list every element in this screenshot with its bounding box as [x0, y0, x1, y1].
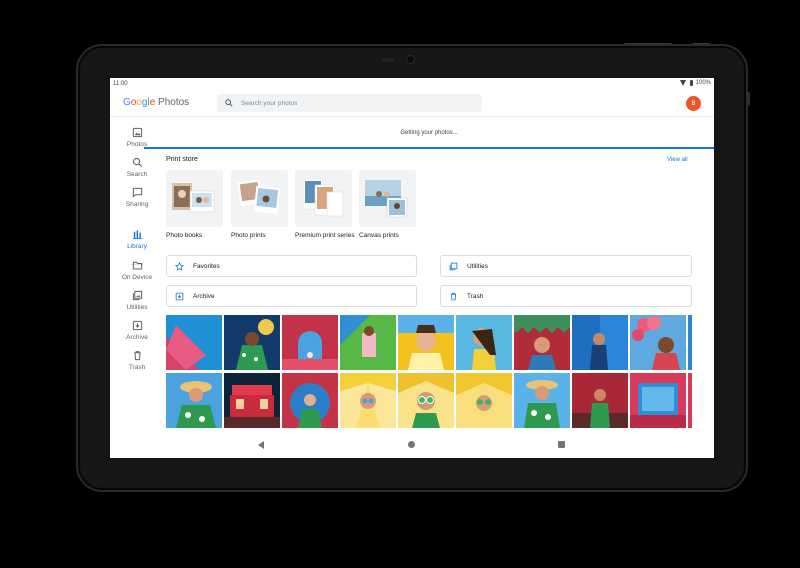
collection-label: Trash	[467, 292, 484, 300]
search-icon	[225, 99, 233, 107]
photo-thumbnail[interactable]	[282, 315, 338, 370]
photo-thumbnail[interactable]	[514, 315, 570, 370]
print-label: Photo prints	[231, 232, 266, 239]
print-card-premium-print-series[interactable]	[295, 170, 352, 227]
loading-progress-fill	[144, 147, 714, 149]
nav-label: Archive	[126, 334, 148, 341]
collection-trash[interactable]: Trash	[440, 285, 692, 307]
nav-item-trash[interactable]: Trash	[110, 350, 164, 371]
collection-favorites[interactable]: Favorites	[166, 255, 417, 277]
side-port	[747, 92, 750, 106]
photo-thumbnail[interactable]	[340, 315, 396, 370]
collection-label: Archive	[193, 292, 215, 300]
photo-thumbnail[interactable]	[224, 373, 280, 428]
photo-thumbnail[interactable]	[630, 373, 686, 428]
nav-label: Trash	[128, 364, 146, 371]
trash-icon	[450, 292, 457, 300]
collection-utilities[interactable]: Utilities	[440, 255, 692, 277]
print-card-photo-prints[interactable]	[231, 170, 288, 227]
front-camera	[406, 55, 415, 64]
utilities-icon	[449, 262, 458, 270]
photo-thumbnail[interactable]	[456, 315, 512, 370]
photo-thumbnail[interactable]	[166, 315, 222, 370]
chat-icon	[132, 187, 142, 198]
google-photos-logo: Google Photos	[123, 97, 190, 108]
nav-label: Sharing	[125, 201, 149, 208]
system-navigation-bar	[110, 433, 714, 458]
view-all-link[interactable]: View all	[667, 157, 688, 163]
photo-thumbnail[interactable]	[688, 315, 692, 370]
print-store-title: Print store	[166, 156, 198, 163]
trash-icon	[133, 351, 141, 361]
nav-label: On Device	[121, 274, 153, 281]
light-sensor	[382, 58, 394, 62]
collection-archive[interactable]: Archive	[166, 285, 417, 307]
account-avatar[interactable]: B	[686, 96, 701, 111]
search-input[interactable]	[241, 99, 461, 107]
star-icon	[175, 261, 184, 271]
app-bar-divider	[110, 116, 714, 117]
nav-item-photos[interactable]: Photos	[110, 127, 164, 148]
print-label: Photo books	[166, 232, 203, 239]
archive-icon	[175, 292, 184, 300]
photo-grid	[166, 315, 692, 428]
photo-icon	[132, 127, 142, 138]
battery-icon	[689, 80, 693, 86]
recents-icon[interactable]	[558, 441, 565, 448]
loading-progress-bar	[144, 147, 714, 149]
print-label: Premium print series	[295, 232, 355, 239]
nav-item-sharing[interactable]: Sharing	[110, 187, 164, 208]
nav-item-utilities[interactable]: Utilities	[110, 290, 164, 311]
photo-thumbnail[interactable]	[572, 315, 628, 370]
nav-item-search[interactable]: Search	[110, 157, 164, 178]
screen: 11:00 100% Google Photos B Getting your …	[110, 78, 714, 458]
photo-thumbnail[interactable]	[398, 373, 454, 428]
search-bar[interactable]	[217, 94, 482, 112]
premium-prints-image	[302, 178, 344, 217]
nav-label: Library	[127, 243, 147, 250]
photo-thumbnail[interactable]	[398, 315, 454, 370]
library-icon	[132, 230, 142, 240]
loading-text: Getting your photos...	[400, 130, 458, 136]
print-card-photo-books[interactable]	[166, 170, 223, 227]
nav-label: Utilities	[126, 304, 148, 311]
nav-label: Photos	[126, 141, 148, 148]
collection-label: Utilities	[467, 262, 488, 270]
search-icon	[132, 157, 142, 168]
home-icon[interactable]	[408, 441, 415, 448]
photo-thumbnail[interactable]	[456, 373, 512, 428]
utilities-icon	[132, 290, 142, 301]
photo-thumbnail[interactable]	[514, 373, 570, 428]
photo-prints-image	[237, 179, 281, 215]
photo-book-image	[172, 183, 215, 213]
app-bar: Google Photos B	[110, 91, 714, 115]
nav-item-archive[interactable]: Archive	[110, 320, 164, 341]
collection-label: Favorites	[193, 262, 220, 270]
photo-thumbnail[interactable]	[340, 373, 396, 428]
battery-level: 100%	[695, 80, 711, 86]
back-icon[interactable]	[258, 441, 264, 449]
folder-icon	[132, 261, 142, 270]
archive-icon	[132, 320, 142, 331]
photo-thumbnail[interactable]	[282, 373, 338, 428]
print-card-canvas-prints[interactable]	[359, 170, 416, 227]
nav-item-on-device[interactable]: On Device	[110, 260, 164, 281]
photo-thumbnail[interactable]	[688, 373, 692, 428]
nav-item-library[interactable]: Library	[110, 229, 164, 250]
canvas-prints-image	[365, 180, 408, 218]
photo-thumbnail[interactable]	[166, 373, 222, 428]
photo-thumbnail[interactable]	[224, 315, 280, 370]
print-label: Canvas prints	[359, 232, 399, 239]
status-time: 11:00	[113, 81, 128, 87]
status-bar: 11:00 100%	[110, 78, 714, 90]
photo-thumbnail[interactable]	[572, 373, 628, 428]
nav-label: Search	[126, 171, 148, 178]
photo-thumbnail[interactable]	[630, 315, 686, 370]
wifi-icon	[679, 80, 687, 86]
